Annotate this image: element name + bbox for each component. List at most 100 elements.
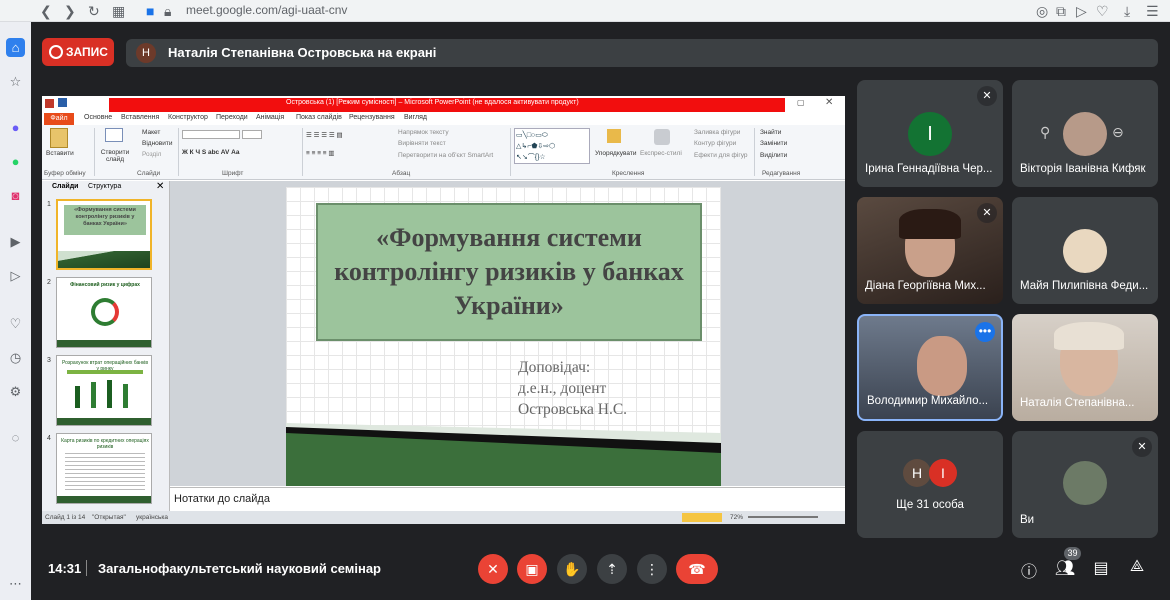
- tab-view[interactable]: Вигляд: [404, 114, 427, 121]
- people-icon[interactable]: 👥︎: [1054, 558, 1076, 578]
- align-text-button[interactable]: Вирівняти текст: [398, 140, 446, 147]
- tab-animation[interactable]: Анімація: [256, 114, 284, 121]
- font-format-icons[interactable]: Ж К Ч S abc AV Аа: [182, 149, 239, 156]
- slide-thumb-2[interactable]: Фінансовий ризик у цифрах: [56, 277, 152, 348]
- ppt-tabs: Файл Основне Вставлення Конструктор Пере…: [42, 113, 845, 125]
- tab-design[interactable]: Конструктор: [168, 114, 208, 121]
- notes-pane[interactable]: Нотатки до слайда: [170, 487, 845, 511]
- new-slide-label[interactable]: Створити слайд: [98, 149, 132, 163]
- send-icon[interactable]: ▷: [1076, 2, 1087, 20]
- quick-styles-button[interactable]: Експрес-стилі: [640, 150, 682, 157]
- present-button[interactable]: ⇡: [597, 554, 627, 584]
- address-bar[interactable]: meet.google.com/agi-uaat-cnv: [186, 3, 347, 17]
- font-size-field[interactable]: [242, 130, 262, 139]
- reset-button[interactable]: Відновити: [142, 140, 172, 147]
- tab-home[interactable]: Основне: [84, 114, 112, 121]
- tabs-grid-icon[interactable]: ▦: [112, 2, 125, 20]
- tab-review[interactable]: Рецензування: [349, 114, 395, 121]
- find-button[interactable]: Знайти: [760, 129, 781, 136]
- shape-fill-button[interactable]: Заливка фігури: [694, 129, 740, 136]
- ppt-close-icon[interactable]: ✕: [825, 97, 833, 108]
- arrange-icon[interactable]: [607, 129, 621, 143]
- participant-tile-5[interactable]: ••• Володимир Михайло...: [857, 314, 1003, 421]
- text-direction-button[interactable]: Напрямок тексту: [398, 129, 449, 136]
- info-icon[interactable]: ⓘ: [1018, 558, 1040, 582]
- tab-outline[interactable]: Структура: [88, 183, 121, 190]
- settings-icon[interactable]: ⚙: [6, 382, 25, 401]
- select-button[interactable]: Виділити: [760, 152, 787, 159]
- paste-label[interactable]: Вставити: [46, 150, 74, 157]
- arrange-button[interactable]: Упорядкувати: [595, 150, 636, 157]
- participant-tile-3[interactable]: ✕ Діана Георгіївна Мих...: [857, 197, 1003, 304]
- new-slide-icon[interactable]: [105, 128, 123, 142]
- participant-tile-4[interactable]: Майя Пилипівна Феди...: [1012, 197, 1158, 304]
- camera-toggle-button[interactable]: ▣: [517, 554, 547, 584]
- history-icon[interactable]: ◷: [6, 348, 25, 367]
- pin-icon[interactable]: ⚲: [1040, 124, 1050, 141]
- tab-file[interactable]: Файл: [44, 113, 74, 125]
- save-icon[interactable]: [58, 98, 67, 107]
- ribbon-separator: [94, 128, 95, 176]
- tab-insert[interactable]: Вставлення: [121, 114, 159, 121]
- tab-transitions[interactable]: Переходи: [216, 114, 248, 121]
- leave-call-button[interactable]: ☎: [676, 554, 718, 584]
- avatar: Н: [903, 459, 931, 487]
- instagram-icon[interactable]: ◙: [6, 186, 25, 205]
- current-slide[interactable]: «Формування системи контролінгу ризиків …: [286, 187, 721, 486]
- heart-icon[interactable]: ♡: [1096, 2, 1109, 20]
- shape-outline-button[interactable]: Контур фігури: [694, 140, 736, 147]
- more-options-button[interactable]: ⋮: [637, 554, 667, 584]
- bulb-icon[interactable]: ◌: [6, 428, 25, 447]
- more-icon[interactable]: ⋯: [6, 574, 25, 593]
- activities-icon[interactable]: ⟁: [1126, 558, 1148, 576]
- zoom-level[interactable]: 72%: [730, 514, 743, 521]
- chat-icon[interactable]: ▤: [1090, 558, 1112, 578]
- star-icon[interactable]: ☆: [6, 72, 25, 91]
- raise-hand-button[interactable]: ✋: [557, 554, 587, 584]
- messenger-icon[interactable]: ●: [6, 118, 25, 137]
- remove-icon[interactable]: ⊖: [1112, 124, 1124, 141]
- tab-slides[interactable]: Слайди: [52, 183, 78, 190]
- ppt-restore-icon[interactable]: ▢: [797, 98, 805, 107]
- align-icons[interactable]: ☰ ☰ ☰ ☰ ▤: [306, 131, 343, 139]
- player-icon[interactable]: ▶: [6, 232, 25, 251]
- whatsapp-icon[interactable]: ●: [6, 152, 25, 171]
- smartart-button[interactable]: Перетворити на об'єкт SmartArt: [398, 152, 493, 159]
- replace-button[interactable]: Замінити: [760, 140, 787, 147]
- paste-icon[interactable]: [50, 128, 68, 148]
- mic-toggle-button[interactable]: ✕: [478, 554, 508, 584]
- slide-thumb-1[interactable]: «Формування системи контролінгу ризиків …: [56, 199, 152, 270]
- paragraph-icons[interactable]: ≡ ≡ ≡ ≡ ▥: [306, 149, 335, 157]
- shapes-gallery[interactable]: ▭╲□○▭⬭ △↳⌐⬟⇩⇨⬡ ↖↘⌒{}☆: [514, 128, 590, 164]
- slide-thumb-4[interactable]: Карта ризиків по кредитних операціях риз…: [56, 433, 152, 504]
- panel-close-icon[interactable]: ✕: [156, 181, 164, 192]
- participant-tile-2[interactable]: ⚲ ⊖ Вікторія Іванівна Кифяк: [1012, 80, 1158, 187]
- slide-title[interactable]: «Формування системи контролінгу ризиків …: [316, 203, 702, 341]
- slide-thumb-3[interactable]: Розрахунок втрат операційних банків у ри…: [56, 355, 152, 426]
- section-button[interactable]: Розділ: [142, 151, 161, 158]
- forward-icon[interactable]: ❯: [64, 2, 76, 20]
- reload-icon[interactable]: ↻: [88, 2, 100, 20]
- record-button[interactable]: ЗАПИС: [42, 38, 114, 66]
- layout-button[interactable]: Макет: [142, 129, 160, 136]
- participant-tile-self[interactable]: ✕ Ви: [1012, 431, 1158, 538]
- participant-tile-1[interactable]: І ✕ Ірина Геннадіївна Чер...: [857, 80, 1003, 187]
- participant-tile-more[interactable]: Н І Ще 31 особа: [857, 431, 1003, 538]
- slide-subtitle[interactable]: Доповідач: д.е.н., доцент Островська Н.С…: [518, 357, 627, 420]
- shape-effects-button[interactable]: Ефекти для фігур: [694, 152, 748, 159]
- menu-icon[interactable]: ☰: [1146, 2, 1159, 20]
- screenshot-icon[interactable]: ⧉: [1056, 2, 1066, 20]
- zoom-slider[interactable]: [748, 516, 818, 518]
- download-icon[interactable]: ⤓: [1124, 2, 1130, 20]
- quick-styles-icon[interactable]: [654, 129, 670, 145]
- more-options-icon[interactable]: •••: [975, 322, 995, 342]
- camera-toolbar-icon[interactable]: ◎: [1036, 2, 1048, 20]
- send-sidebar-icon[interactable]: ▷: [6, 266, 25, 285]
- home-icon[interactable]: ⌂: [6, 38, 25, 57]
- view-buttons[interactable]: [682, 513, 722, 522]
- back-icon[interactable]: ❮: [40, 2, 52, 20]
- font-name-field[interactable]: [182, 130, 240, 139]
- tab-slideshow[interactable]: Показ слайдів: [296, 114, 342, 121]
- participant-tile-6[interactable]: Наталія Степанівна...: [1012, 314, 1158, 421]
- heart-sidebar-icon[interactable]: ♡: [6, 314, 25, 333]
